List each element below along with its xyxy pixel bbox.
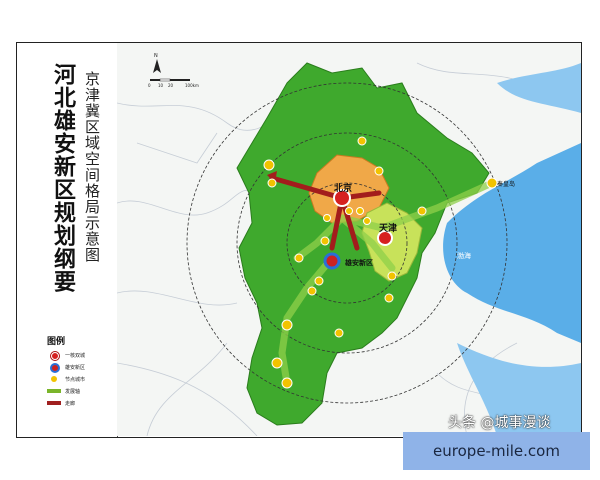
map-frame: 河北雄安新区规划纲要 京津冀区域空间格局示意图 图例 一核双城 雄安新区 节点城… xyxy=(16,42,582,438)
node-city-marker xyxy=(271,357,283,369)
main-title: 河北雄安新区规划纲要 xyxy=(50,63,76,293)
node-city-marker xyxy=(263,159,275,171)
xiongan-label: 雄安新区 xyxy=(344,258,373,267)
legend-label: 发展轴 xyxy=(65,388,81,395)
bohai-label: 渤海 xyxy=(457,251,471,260)
sidebar-panel: 河北雄安新区规划纲要 京津冀区域空间格局示意图 图例 一核双城 雄安新区 节点城… xyxy=(17,43,118,437)
node-city-marker xyxy=(374,166,384,176)
node-city-marker xyxy=(417,206,427,216)
scale-tick: 20 xyxy=(168,83,174,88)
node-city-marker xyxy=(363,217,371,225)
node-city-symbol-icon xyxy=(47,375,61,383)
development-axis-symbol-icon xyxy=(47,387,61,395)
legend-item-node: 节点城市 xyxy=(47,373,113,385)
legend-label: 雄安新区 xyxy=(65,364,86,371)
node-city-marker xyxy=(314,276,324,286)
legend-label: 一核双城 xyxy=(65,352,86,359)
url-banner: europe-mile.com xyxy=(403,432,590,470)
node-city-marker xyxy=(281,377,293,389)
xiongan-marker xyxy=(323,252,341,270)
node-city-marker xyxy=(307,286,317,296)
tianjin-label: 天津 xyxy=(379,222,397,234)
core-city-symbol-icon xyxy=(47,351,61,360)
svg-text:N: N xyxy=(154,53,158,59)
legend-item-core: 一核双城 xyxy=(47,349,113,361)
corridor-symbol-icon xyxy=(47,399,61,407)
node-city-marker xyxy=(320,236,330,246)
node-city-marker xyxy=(323,214,331,222)
map-canvas: 北京 天津 雄安新区 渤海 秦皇岛 N 0 10 20 100km xyxy=(117,43,581,436)
legend-label: 节点城市 xyxy=(65,376,86,383)
xiongan-symbol-icon xyxy=(47,363,61,372)
scale-tick: 10 xyxy=(158,83,164,88)
node-city-marker xyxy=(267,178,277,188)
node-city-marker xyxy=(345,207,353,215)
node-city-marker xyxy=(357,136,367,146)
node-city-marker xyxy=(486,177,498,189)
subtitle: 京津冀区域空间格局示意图 xyxy=(83,71,101,263)
node-city-marker xyxy=(384,293,394,303)
legend-title: 图例 xyxy=(47,337,66,347)
node-city-marker xyxy=(294,253,304,263)
node-city-marker xyxy=(356,207,364,215)
node-city-marker xyxy=(387,271,397,281)
beijing-label: 北京 xyxy=(334,182,352,194)
legend-item-axis: 发展轴 xyxy=(47,385,113,397)
scale-tick: 100km xyxy=(185,83,199,88)
legend: 图例 一核双城 雄安新区 节点城市 发展轴 走廊 xyxy=(47,334,113,409)
legend-item-corridor: 走廊 xyxy=(47,397,113,409)
legend-item-xiongan: 雄安新区 xyxy=(47,361,113,373)
legend-label: 走廊 xyxy=(65,400,76,407)
watermark-text: 头条 @城事漫谈 xyxy=(448,415,551,431)
qinhuangdao-label: 秦皇岛 xyxy=(497,180,515,188)
node-city-marker xyxy=(281,319,293,331)
node-city-marker xyxy=(334,328,344,338)
